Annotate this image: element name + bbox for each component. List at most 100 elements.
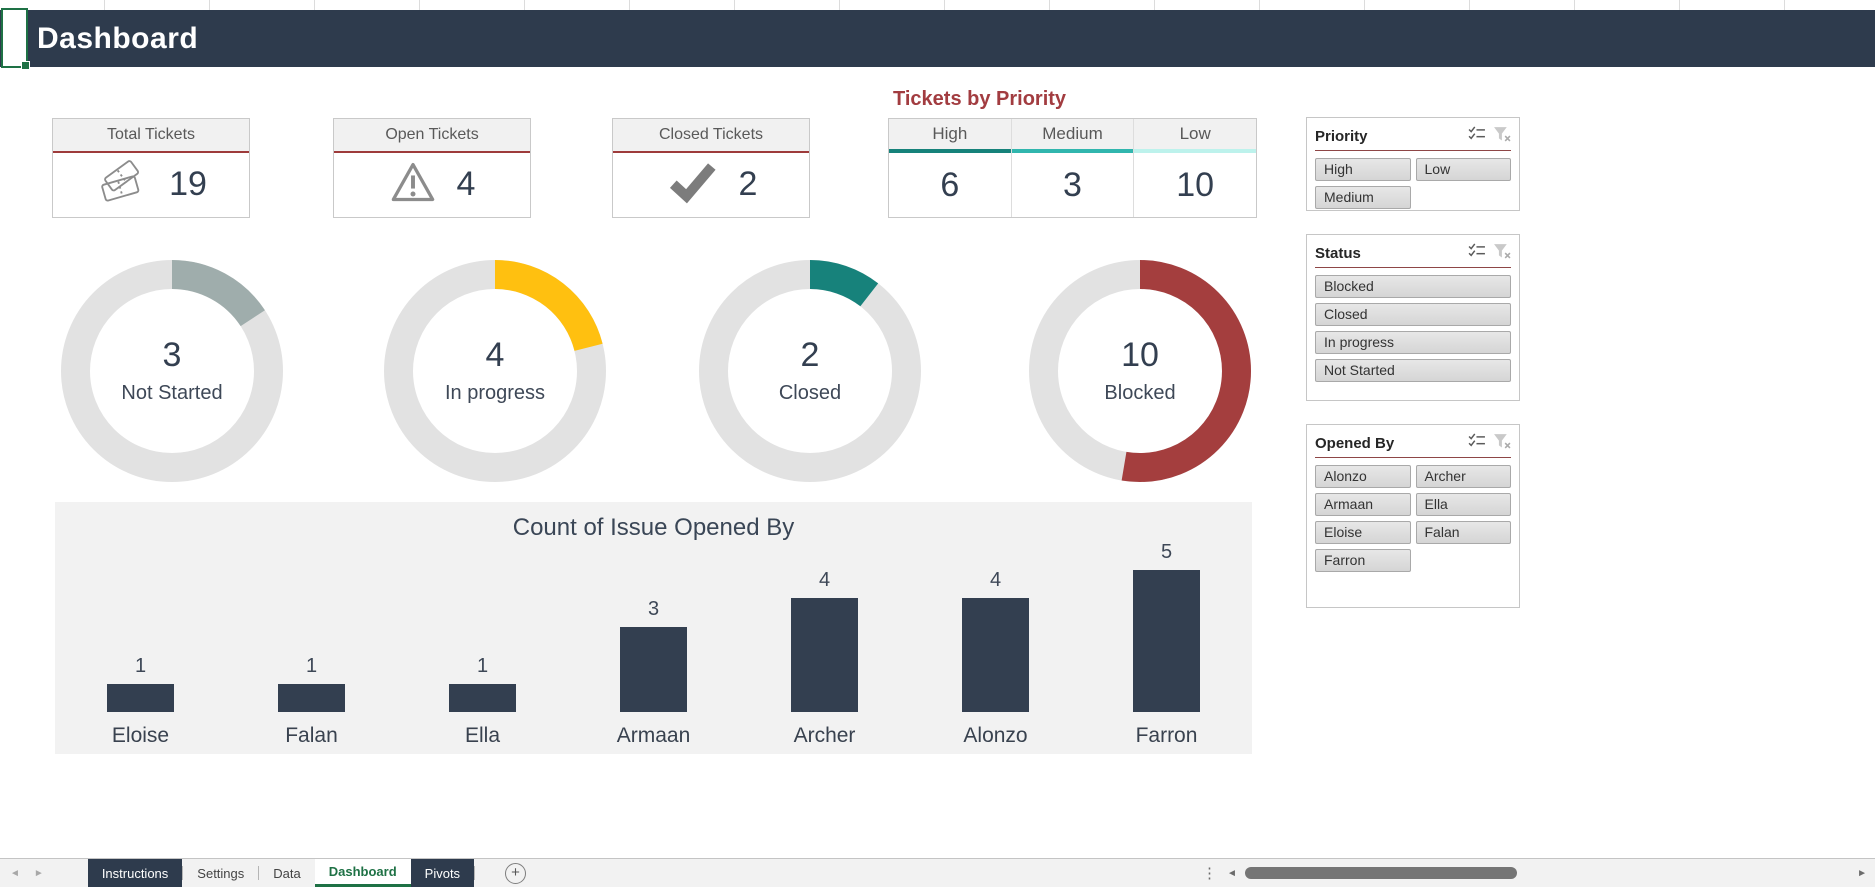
donut-chart-blocked: 10 Blocked — [1025, 256, 1255, 486]
bar-data-label: 1 — [134, 655, 147, 677]
bar — [1133, 570, 1200, 712]
bar-data-label: 3 — [647, 598, 660, 620]
priority-column-header: Medium — [1011, 119, 1134, 149]
category-label: Alonzo — [963, 724, 1028, 747]
slicer-title: Opened By — [1315, 434, 1395, 452]
bar — [449, 684, 516, 712]
bar — [962, 598, 1029, 712]
category-label: Armaan — [616, 724, 691, 747]
donut-chart-not-started: 3 Not Started — [57, 256, 287, 486]
bar-data-label: 4 — [818, 569, 831, 591]
slicer-title: Priority — [1315, 127, 1368, 145]
donut-label: Not Started — [121, 381, 223, 404]
scrollbar-thumb[interactable] — [1244, 867, 1517, 879]
checkmark-icon — [665, 160, 719, 209]
bar-data-label: 4 — [989, 569, 1002, 591]
kpi-value: 2 — [738, 165, 758, 203]
kpi-card-closed-tickets: Closed Tickets 2 — [612, 118, 810, 218]
tab-separator — [474, 866, 476, 880]
slicer-priority: Priority High Low Medium — [1306, 117, 1520, 211]
slicer-item[interactable]: Alonzo — [1315, 465, 1411, 488]
priority-column-medium: Medium 3 — [1011, 119, 1135, 217]
bar-data-label: 5 — [1160, 541, 1173, 563]
kpi-card-total-tickets: Total Tickets 19 — [52, 118, 250, 218]
clear-filter-icon[interactable] — [1493, 243, 1511, 264]
chart-title: Count of Issue Opened By — [512, 514, 795, 541]
priority-column-value: 6 — [940, 165, 960, 204]
multi-select-icon[interactable] — [1468, 126, 1486, 146]
slicer-item[interactable]: Armaan — [1315, 493, 1411, 516]
slicer-item[interactable]: High — [1315, 158, 1411, 181]
priority-table-title: Tickets by Priority — [893, 88, 1067, 110]
slicer-item[interactable]: Closed — [1315, 303, 1511, 326]
slicer-item[interactable]: In progress — [1315, 331, 1511, 354]
warning-triangle-icon — [389, 160, 437, 209]
bar — [791, 598, 858, 712]
page-title: Dashboard — [37, 22, 199, 55]
sheet-nav-right-icon[interactable]: ► — [34, 868, 44, 879]
priority-column-low: Low 10 — [1134, 119, 1257, 217]
bar — [278, 684, 345, 712]
excel-dashboard-window: Dashboard Total Tickets 19 Open Tickets — [0, 0, 1875, 887]
multi-select-icon[interactable] — [1468, 433, 1486, 453]
slicer-item[interactable]: Falan — [1415, 521, 1511, 544]
worksheet-grid-sliver — [0, 0, 1875, 10]
tickets-icon — [95, 159, 149, 210]
donut-value: 10 — [1121, 335, 1159, 374]
priority-column-value: 10 — [1176, 165, 1215, 204]
clear-filter-icon[interactable] — [1493, 126, 1511, 147]
bar-data-label: 1 — [305, 655, 318, 677]
priority-table: High 6 Medium 3 Low 10 — [888, 118, 1257, 218]
sheet-nav-left-icon[interactable]: ◄ — [10, 868, 20, 879]
sheet-tab-data[interactable]: Data — [259, 859, 314, 887]
selected-cell[interactable] — [1, 8, 30, 70]
donut-label: In progress — [444, 381, 546, 404]
donut-chart-in-progress: 4 In progress — [380, 256, 610, 486]
donut-value: 2 — [800, 335, 820, 374]
slicer-item[interactable]: Blocked — [1315, 275, 1511, 298]
donut-label: Blocked — [1104, 381, 1176, 404]
slicer-opened-by: Opened By Alonzo Archer Armaan Ella Eloi… — [1306, 424, 1520, 608]
donut-value: 4 — [485, 335, 505, 374]
slicer-status: Status Blocked Closed In progress Not St… — [1306, 234, 1520, 401]
horizontal-scrollbar[interactable]: ◄ ► — [1227, 866, 1867, 880]
new-sheet-button[interactable]: + — [505, 862, 527, 884]
sheet-tab-instructions[interactable]: Instructions — [87, 859, 183, 887]
category-label: Farron — [1135, 724, 1198, 747]
sheet-tab-settings[interactable]: Settings — [183, 859, 258, 887]
sheet-tab-dashboard[interactable]: Dashboard — [314, 859, 411, 887]
category-label: Falan — [285, 724, 338, 747]
slicer-item[interactable]: Eloise — [1315, 521, 1411, 544]
dashboard-header-banner: Dashboard — [0, 10, 1875, 67]
category-label: Eloise — [111, 724, 170, 747]
kpi-card-open-tickets: Open Tickets 4 — [333, 118, 531, 218]
fill-handle[interactable] — [21, 61, 30, 70]
donut-label: Closed — [778, 381, 842, 404]
slicer-title: Status — [1315, 244, 1361, 262]
slicer-item[interactable]: Medium — [1315, 186, 1411, 209]
bar — [107, 684, 174, 712]
kpi-label: Closed Tickets — [613, 119, 809, 153]
sheet-tab-pivots[interactable]: Pivots — [410, 859, 475, 887]
category-label: Archer — [793, 724, 856, 747]
kpi-label: Total Tickets — [53, 119, 249, 153]
donut-value: 3 — [162, 335, 182, 374]
multi-select-icon[interactable] — [1468, 243, 1486, 263]
priority-column-high: High 6 — [889, 119, 1012, 217]
bar — [620, 627, 687, 712]
scrollbar-track[interactable] — [1243, 866, 1851, 880]
kpi-value: 19 — [169, 165, 207, 203]
slicer-item[interactable]: Farron — [1315, 549, 1411, 572]
sheet-tab-bar: ◄ ► Instructions Settings Data Dashboard… — [0, 858, 1875, 887]
slicer-item[interactable]: Archer — [1415, 465, 1511, 488]
slicer-item[interactable]: Low — [1415, 158, 1511, 181]
tab-options-icon[interactable]: ⋮ — [1202, 864, 1217, 882]
priority-column-header: High — [889, 119, 1011, 149]
kpi-value: 4 — [456, 165, 476, 203]
slicer-item[interactable]: Not Started — [1315, 359, 1511, 382]
scroll-right-icon[interactable]: ► — [1857, 868, 1867, 879]
bar-chart-count-of-issue: Count of Issue Opened By 1 1 1 3 4 4 5 E… — [55, 502, 1252, 754]
scroll-left-icon[interactable]: ◄ — [1227, 868, 1237, 879]
clear-filter-icon[interactable] — [1493, 433, 1511, 454]
slicer-item[interactable]: Ella — [1415, 493, 1511, 516]
